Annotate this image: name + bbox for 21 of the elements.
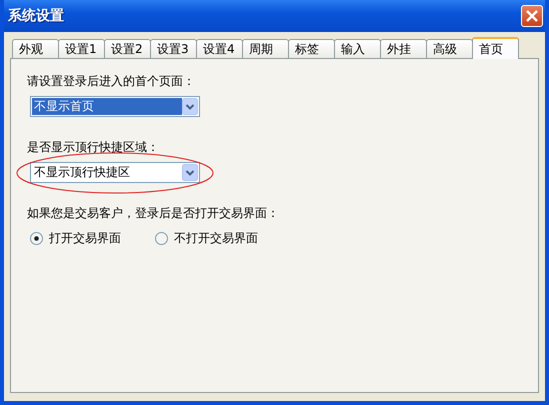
tab[interactable]: 首页 [472, 37, 519, 59]
dropdown[interactable]: 不显示首页 [30, 96, 200, 117]
tab[interactable]: 标签 [288, 39, 335, 58]
tab[interactable]: 设置2 [104, 39, 151, 58]
tab[interactable]: 高级 [426, 39, 473, 58]
tab[interactable]: 设置1 [58, 39, 105, 58]
tab[interactable]: 设置3 [150, 39, 197, 58]
tab[interactable]: 周期 [242, 39, 289, 58]
radio-option[interactable]: 打开交易界面 [30, 230, 121, 247]
window-title: 系统设置 [8, 7, 64, 25]
dropdown[interactable]: 不显示顶行快捷区 [30, 162, 200, 183]
field-label: 如果您是交易客户，登录后是否打开交易界面： [27, 205, 280, 222]
radio-option[interactable]: 不打开交易界面 [155, 230, 258, 247]
tab[interactable]: 外观 [12, 39, 59, 58]
tab[interactable]: 设置4 [196, 39, 243, 58]
tab[interactable]: 输入 [334, 39, 381, 58]
tab[interactable]: 外挂 [380, 39, 427, 58]
close-icon [525, 9, 539, 23]
field-label: 是否显示顶行快捷区域： [27, 139, 160, 156]
field-label: 请设置登录后进入的首个页面： [27, 73, 196, 90]
close-button[interactable] [521, 5, 543, 27]
